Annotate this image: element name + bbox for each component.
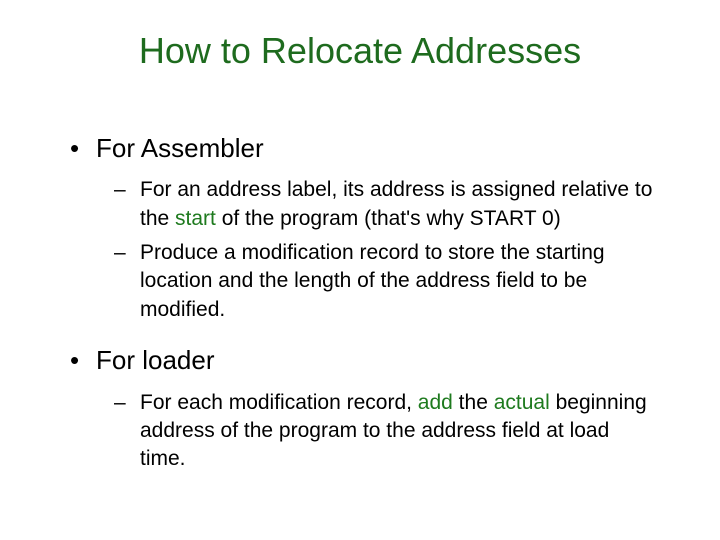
bullet-1-text: For Assembler xyxy=(96,133,264,163)
bullet-2: •For loader xyxy=(70,342,660,378)
sub-2-1-pre: For each modification record, xyxy=(140,391,418,414)
sub-2-1-hl2: actual xyxy=(494,391,550,414)
bullet-icon: • xyxy=(70,342,96,378)
dash-icon: – xyxy=(114,176,140,204)
bullet-1: •For Assembler xyxy=(70,130,660,166)
sub-2-1-mid: the xyxy=(453,391,494,414)
slide-content: •For Assembler –For an address label, it… xyxy=(70,130,660,480)
sub-1-1-hl: start xyxy=(175,207,216,230)
slide-title: How to Relocate Addresses xyxy=(0,30,720,72)
sub-2-1-hl: add xyxy=(418,391,453,414)
sub-bullet-1-2: –Produce a modification record to store … xyxy=(114,239,660,324)
bullet-2-text: For loader xyxy=(96,345,215,375)
dash-icon: – xyxy=(114,389,140,417)
sub-1-2-pre: Produce a modification record to store t… xyxy=(140,241,605,321)
sub-bullet-2-1: –For each modification record, add the a… xyxy=(114,389,660,474)
bullet-icon: • xyxy=(70,130,96,166)
sub-bullet-1-1: –For an address label, its address is as… xyxy=(114,176,660,233)
dash-icon: – xyxy=(114,239,140,267)
sub-1-1-post: of the program (that's why START 0) xyxy=(216,207,561,230)
